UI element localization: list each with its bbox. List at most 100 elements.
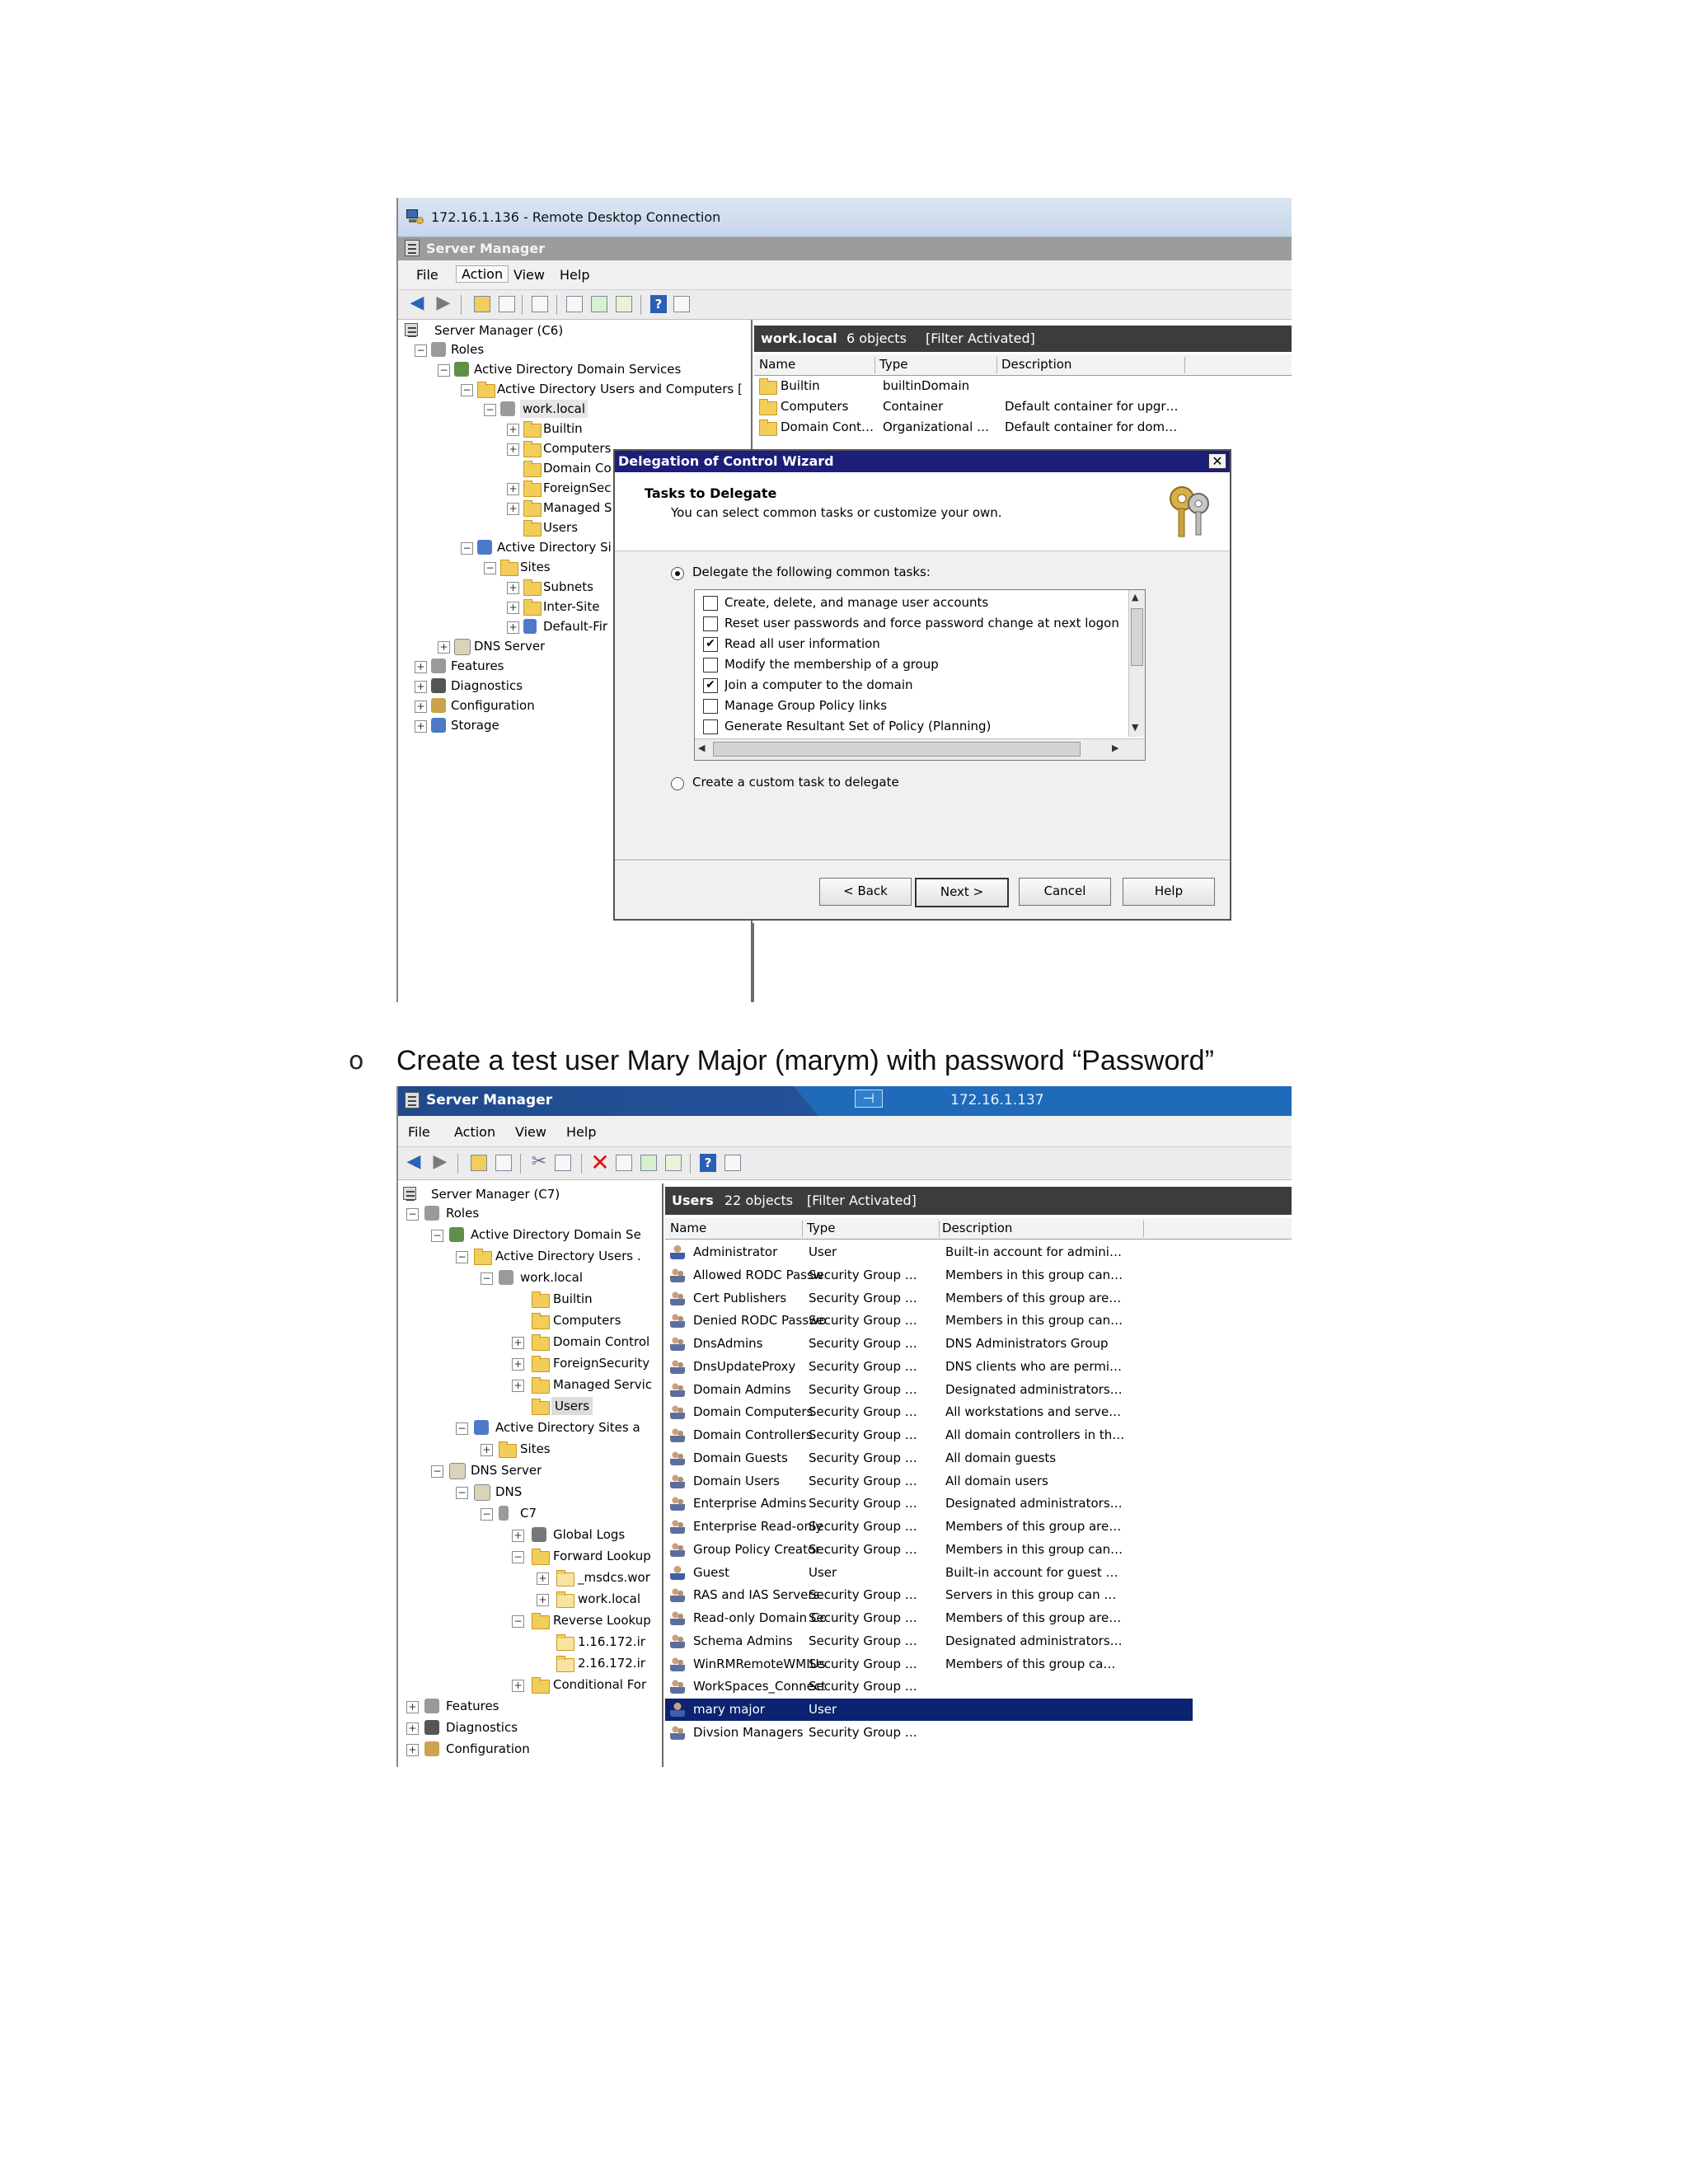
- vertical-scrollbar[interactable]: ▲ ▼: [1128, 590, 1145, 737]
- collapse-toggle[interactable]: −: [461, 542, 473, 555]
- column-name[interactable]: Name: [759, 357, 875, 373]
- properties-icon[interactable]: [616, 1155, 632, 1171]
- up-folder-icon[interactable]: [474, 296, 490, 312]
- tree-item-dns-server[interactable]: DNS Server: [471, 1461, 542, 1479]
- expand-toggle[interactable]: +: [406, 1744, 419, 1756]
- tree-item-configuration[interactable]: Configuration: [451, 696, 535, 715]
- help-icon[interactable]: ?: [700, 1154, 716, 1172]
- action-pane-icon[interactable]: [724, 1155, 741, 1171]
- collapse-toggle[interactable]: −: [481, 1508, 493, 1521]
- tree-item-dns-server[interactable]: DNS Server: [474, 637, 545, 655]
- tree-item-inter-site[interactable]: Inter-Site: [543, 598, 599, 616]
- expand-toggle[interactable]: +: [507, 424, 519, 436]
- menu-file[interactable]: File: [408, 1124, 430, 1140]
- table-row[interactable]: Domain Admins Security Group … Designated …: [665, 1379, 1242, 1401]
- back-button[interactable]: < Back: [819, 878, 912, 906]
- menu-view[interactable]: View: [513, 267, 545, 283]
- column-type[interactable]: Type: [879, 357, 997, 373]
- menu-action[interactable]: Action: [456, 265, 509, 283]
- table-row[interactable]: mary major User: [665, 1699, 1193, 1721]
- list-item[interactable]: Domain Cont… Organizational … Default co…: [754, 417, 1292, 438]
- copy-icon[interactable]: [532, 296, 548, 312]
- expand-toggle[interactable]: +: [507, 602, 519, 614]
- table-row[interactable]: Read-only Domain Co… Security Group … Memb…: [665, 1607, 1242, 1629]
- scroll-left-icon[interactable]: ◀: [698, 743, 705, 753]
- column-name[interactable]: Name: [670, 1221, 803, 1237]
- expand-toggle[interactable]: +: [507, 582, 519, 594]
- tree-item-users[interactable]: Users: [551, 1397, 593, 1415]
- tree-item-builtin[interactable]: Builtin: [553, 1290, 593, 1308]
- task-checkbox[interactable]: [703, 719, 718, 734]
- tree-item-sites[interactable]: Sites: [520, 1440, 551, 1458]
- collapse-toggle[interactable]: −: [456, 1251, 468, 1263]
- tree-item-global-logs[interactable]: Global Logs: [553, 1526, 625, 1544]
- tree-item-ad-sites[interactable]: Active Directory Si: [497, 538, 612, 556]
- expand-toggle[interactable]: +: [415, 720, 427, 733]
- expand-toggle[interactable]: +: [512, 1380, 524, 1392]
- table-row[interactable]: DnsAdmins Security Group … DNS Administrat…: [665, 1333, 1242, 1355]
- back-arrow-icon[interactable]: ◀: [406, 293, 428, 315]
- expand-toggle[interactable]: +: [512, 1680, 524, 1692]
- table-row[interactable]: Divsion Managers Security Group …: [665, 1722, 1242, 1744]
- task-checkbox[interactable]: ✔: [703, 637, 718, 652]
- tree-item-work-local[interactable]: work.local: [520, 1268, 583, 1286]
- tree-item-computers[interactable]: Computers: [543, 439, 611, 457]
- menu-help[interactable]: Help: [560, 267, 589, 283]
- collapse-toggle[interactable]: −: [438, 364, 450, 377]
- copy-icon[interactable]: [555, 1155, 571, 1171]
- tree-item-foreign-security[interactable]: ForeignSec: [543, 479, 612, 497]
- scroll-up-icon[interactable]: ▲: [1132, 592, 1138, 602]
- scrollbar-thumb[interactable]: [1131, 608, 1143, 666]
- tree-item-reverse-zone-1[interactable]: 1.16.172.ir: [578, 1633, 662, 1651]
- tree-item-diagnostics[interactable]: Diagnostics: [446, 1718, 518, 1736]
- task-checkbox[interactable]: [703, 699, 718, 714]
- scroll-down-icon[interactable]: ▼: [1132, 722, 1138, 733]
- tree-item-server-manager[interactable]: Server Manager (C7): [431, 1185, 560, 1203]
- list-item[interactable]: Computers Container Default container fo…: [754, 396, 1292, 417]
- task-checkbox[interactable]: [703, 658, 718, 673]
- table-row[interactable]: Cert Publishers Security Group … Members o…: [665, 1287, 1242, 1310]
- tree-item-domain-controllers[interactable]: Domain Control: [553, 1333, 662, 1351]
- expand-toggle[interactable]: +: [415, 681, 427, 693]
- expand-toggle[interactable]: +: [537, 1594, 549, 1606]
- tree-item-server-manager[interactable]: Server Manager (C6): [434, 321, 563, 340]
- table-row[interactable]: Domain Controllers Security Group … All do…: [665, 1424, 1242, 1446]
- tree-item-configuration[interactable]: Configuration: [446, 1740, 530, 1758]
- column-type[interactable]: Type: [807, 1221, 940, 1237]
- refresh-icon[interactable]: [640, 1155, 657, 1171]
- tree-item-conditional-forwarders[interactable]: Conditional For: [553, 1675, 662, 1694]
- tree-item-managed-service[interactable]: Managed S: [543, 499, 612, 517]
- horizontal-scrollbar[interactable]: ◀ ▶: [695, 738, 1145, 760]
- properties-icon[interactable]: [566, 296, 583, 312]
- action-pane-icon[interactable]: [673, 296, 690, 312]
- back-arrow-icon[interactable]: ◀: [403, 1152, 424, 1174]
- pane-splitter[interactable]: [753, 923, 754, 1002]
- tree-item-default-first-site[interactable]: Default-Fir: [543, 617, 607, 635]
- close-button[interactable]: ✕: [1208, 453, 1226, 469]
- expand-toggle[interactable]: +: [507, 503, 519, 515]
- table-row[interactable]: Group Policy Creator … Security Group … Me…: [665, 1539, 1242, 1561]
- table-row[interactable]: Enterprise Admins Security Group … Designa…: [665, 1493, 1242, 1515]
- collapse-toggle[interactable]: −: [484, 404, 496, 416]
- cancel-button[interactable]: Cancel: [1019, 878, 1111, 906]
- expand-toggle[interactable]: +: [406, 1701, 419, 1713]
- task-checkbox[interactable]: [703, 596, 718, 611]
- table-row[interactable]: Enterprise Read-only … Security Group … Me…: [665, 1516, 1242, 1538]
- tree-item-msdcs[interactable]: _msdcs.wor: [578, 1568, 662, 1586]
- collapse-toggle[interactable]: −: [431, 1230, 443, 1242]
- tree-item-features[interactable]: Features: [451, 657, 504, 675]
- collapse-toggle[interactable]: −: [512, 1551, 524, 1563]
- expand-toggle[interactable]: +: [537, 1572, 549, 1585]
- task-checkbox[interactable]: ✔: [703, 678, 718, 693]
- table-row[interactable]: Administrator User Built-in account for ad…: [665, 1241, 1242, 1263]
- forward-arrow-icon[interactable]: ▶: [433, 293, 454, 315]
- tree-item-work-local-zone[interactable]: work.local: [578, 1590, 640, 1608]
- table-row[interactable]: WinRMRemoteWMIUs… Security Group … Members…: [665, 1653, 1242, 1675]
- show-hide-tree-icon[interactable]: [499, 296, 515, 312]
- refresh-icon[interactable]: [591, 296, 607, 312]
- tree-item-ad-users-computers[interactable]: Active Directory Users and Computers [ c: [497, 380, 744, 398]
- collapse-toggle[interactable]: −: [431, 1465, 443, 1478]
- table-row[interactable]: Schema Admins Security Group … Designated …: [665, 1630, 1242, 1652]
- list-item[interactable]: Builtin builtinDomain: [754, 376, 1292, 396]
- expand-toggle[interactable]: +: [512, 1358, 524, 1371]
